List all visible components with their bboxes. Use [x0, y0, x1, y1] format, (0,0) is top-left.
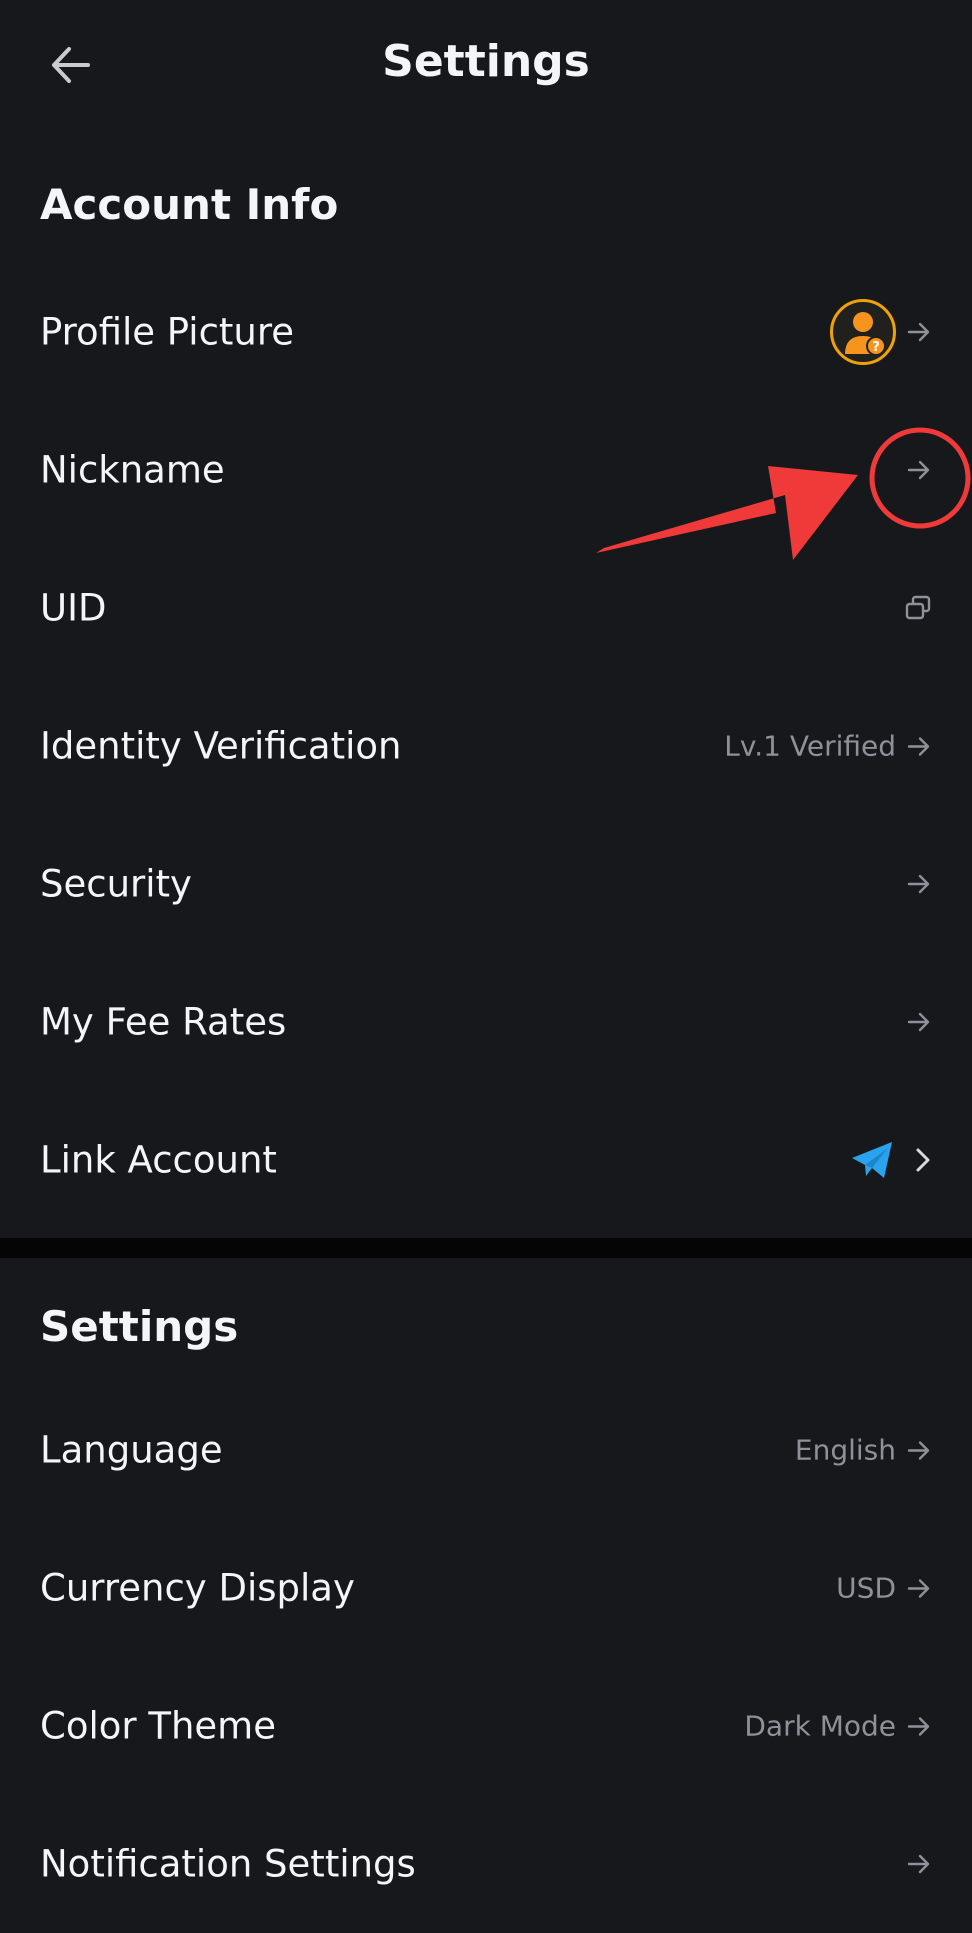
row-value: English — [794, 1433, 896, 1467]
avatar: ? — [830, 299, 896, 365]
row-nickname[interactable]: Nickname — [0, 401, 972, 539]
arrow-right-icon — [907, 1578, 930, 1598]
section-divider — [0, 1238, 972, 1258]
arrow-right-icon — [907, 1854, 930, 1874]
row-identity-verification[interactable]: Identity Verification Lv.1 Verified — [0, 677, 972, 815]
arrow-right-icon — [907, 736, 930, 756]
arrow-right-icon — [907, 460, 930, 480]
row-my-fee-rates[interactable]: My Fee Rates — [0, 953, 972, 1091]
row-label: Profile Picture — [40, 310, 295, 354]
row-color-theme[interactable]: Color Theme Dark Mode — [0, 1657, 972, 1795]
copy-icon[interactable] — [904, 594, 932, 622]
settings-section: Settings Language English Currency Displ… — [0, 1258, 972, 1920]
page-title: Settings — [382, 36, 590, 87]
row-label: Currency Display — [40, 1566, 355, 1610]
row-currency-display[interactable]: Currency Display USD — [0, 1519, 972, 1657]
row-label: UID — [40, 586, 107, 630]
section-title-settings: Settings — [40, 1302, 239, 1351]
row-label: Language — [40, 1428, 223, 1472]
arrow-right-icon — [907, 874, 930, 894]
header: Settings — [0, 0, 972, 130]
row-uid: UID — [0, 539, 972, 677]
account-info-section: Account Info Profile Picture ? Nickname — [0, 130, 972, 1238]
svg-text:?: ? — [872, 340, 880, 355]
row-label: Notification Settings — [40, 1842, 416, 1886]
row-language[interactable]: Language English — [0, 1381, 972, 1519]
telegram-icon — [852, 1142, 892, 1178]
row-profile-picture[interactable]: Profile Picture ? — [0, 263, 972, 401]
arrow-right-icon — [907, 1716, 930, 1736]
row-label: Security — [40, 862, 192, 906]
section-title-account-info: Account Info — [40, 180, 339, 229]
arrow-right-icon — [907, 1440, 930, 1460]
row-notification-settings[interactable]: Notification Settings — [0, 1795, 972, 1933]
row-value: Dark Mode — [744, 1709, 896, 1743]
row-label: Nickname — [40, 448, 225, 492]
arrow-right-icon — [907, 322, 930, 342]
row-label: Link Account — [40, 1138, 277, 1182]
row-label: My Fee Rates — [40, 1000, 287, 1044]
chevron-right-icon — [916, 1148, 930, 1172]
row-security[interactable]: Security — [0, 815, 972, 953]
row-value: USD — [836, 1571, 896, 1605]
row-label: Identity Verification — [40, 724, 402, 768]
row-label: Color Theme — [40, 1704, 276, 1748]
row-value: Lv.1 Verified — [724, 729, 896, 763]
arrow-right-icon — [907, 1012, 930, 1032]
row-link-account[interactable]: Link Account — [0, 1091, 972, 1229]
